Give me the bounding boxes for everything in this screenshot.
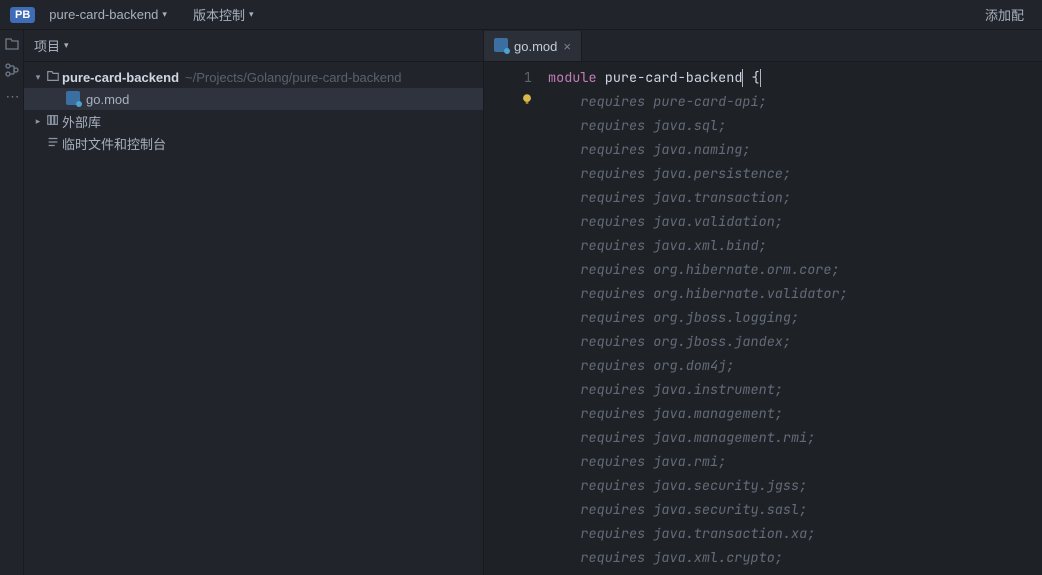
library-icon	[44, 113, 62, 130]
collapse-arrow-icon[interactable]: ▾	[32, 72, 44, 83]
project-dropdown-label: pure-card-backend	[49, 7, 158, 22]
vcs-dropdown[interactable]: 版本控制 ▾	[185, 1, 262, 28]
chevron-down-icon: ▾	[162, 9, 167, 20]
line-number: 1	[484, 66, 532, 90]
editor-tabs: go.mod ×	[484, 30, 1042, 62]
tab-label: go.mod	[514, 39, 557, 54]
scratches-icon	[44, 135, 62, 152]
tree-scratches-label: 临时文件和控制台	[62, 134, 166, 153]
left-tool-strip: ⋯	[0, 30, 24, 575]
tree-scratches[interactable]: 临时文件和控制台	[24, 132, 483, 154]
more-tools-icon[interactable]: ⋯	[4, 88, 20, 104]
topbar: PB pure-card-backend ▾ 版本控制 ▾ 添加配	[0, 0, 1042, 30]
sidebar-title-dropdown[interactable]: 项目 ▾	[34, 36, 69, 55]
tree-root-label: pure-card-backend	[62, 70, 179, 85]
code-content[interactable]: module pure-card-backend { requires pure…	[540, 62, 1042, 575]
add-config-button[interactable]: 添加配	[977, 1, 1032, 28]
gomod-icon	[64, 91, 82, 108]
tree-file-label: go.mod	[86, 92, 129, 107]
gomod-icon	[494, 38, 508, 55]
tree-file-gomod[interactable]: go.mod	[24, 88, 483, 110]
tree-root-row[interactable]: ▾ pure-card-backend ~/Projects/Golang/pu…	[24, 66, 483, 88]
tree-external-libraries[interactable]: ▸ 外部库	[24, 110, 483, 132]
editor-area: go.mod × 1 module pure-card-backend { re…	[484, 30, 1042, 575]
sidebar-title-label: 项目	[34, 36, 60, 55]
project-sidebar: 项目 ▾ ▾ pure-card-backend ~/Projects/Gola…	[24, 30, 484, 575]
project-dropdown[interactable]: pure-card-backend ▾	[41, 3, 175, 26]
project-tool-icon[interactable]	[4, 36, 20, 52]
add-config-label: 添加配	[985, 5, 1024, 24]
folder-icon	[44, 69, 62, 86]
tree-root-path: ~/Projects/Golang/pure-card-backend	[185, 70, 401, 85]
intention-bulb-icon[interactable]	[520, 90, 534, 104]
chevron-down-icon: ▾	[249, 9, 254, 20]
tab-gomod[interactable]: go.mod ×	[484, 31, 582, 61]
close-icon[interactable]: ×	[563, 39, 571, 54]
vcs-dropdown-label: 版本控制	[193, 5, 245, 24]
project-badge: PB	[10, 7, 35, 23]
chevron-down-icon: ▾	[64, 40, 69, 51]
structure-tool-icon[interactable]	[4, 62, 20, 78]
expand-arrow-icon[interactable]: ▸	[32, 116, 44, 127]
tree-external-lib-label: 外部库	[62, 112, 101, 131]
gutter: 1	[484, 62, 540, 575]
project-tree: ▾ pure-card-backend ~/Projects/Golang/pu…	[24, 62, 483, 154]
